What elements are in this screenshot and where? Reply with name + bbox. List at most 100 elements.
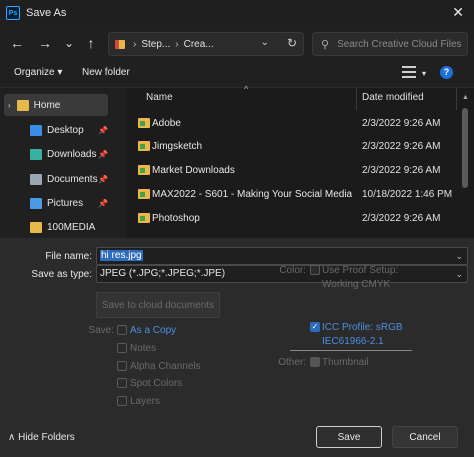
file-row[interactable]: Adobe 2/3/2022 9:26 AM — [126, 112, 474, 134]
pin-icon: 📌 — [98, 174, 108, 184]
sidebar-item-label: Pictures — [47, 197, 84, 209]
refresh-icon[interactable]: ↻ — [287, 36, 297, 50]
notes-label: Notes — [130, 343, 157, 354]
folder-icon — [138, 165, 150, 175]
file-name: Adobe — [152, 117, 181, 129]
chevron-down-icon[interactable]: ⌄ — [455, 248, 463, 264]
color-label: Color: — [279, 265, 306, 276]
file-name-field[interactable]: hi res.jpg ⌄ — [96, 247, 468, 265]
sidebar-item-label: Documents — [47, 173, 98, 185]
folder-icon — [138, 141, 150, 151]
file-name-label: File name: — [45, 251, 92, 262]
column-divider[interactable] — [356, 88, 357, 110]
chevron-right-icon[interactable]: › — [8, 101, 11, 110]
save-button[interactable]: Save — [316, 426, 382, 448]
file-row[interactable]: Jimgsketch 2/3/2022 9:26 AM — [126, 135, 474, 157]
use-proof-setup-checkbox[interactable] — [310, 265, 320, 275]
spot-colors-checkbox[interactable] — [117, 378, 127, 388]
recent-locations-chevron-icon[interactable]: ⌄ — [58, 32, 80, 54]
file-row[interactable]: Photoshop 2/3/2022 9:26 AM — [126, 207, 474, 229]
icc-profile-value: IEC61966-2.1 — [322, 336, 384, 347]
folder-icon — [138, 213, 150, 223]
back-arrow-icon[interactable]: ← — [6, 32, 28, 54]
sidebar-item-documents[interactable]: Documents 📌 — [0, 168, 110, 190]
view-options-icon[interactable] — [402, 66, 416, 78]
new-folder-button[interactable]: New folder — [82, 67, 130, 78]
other-label: Other: — [278, 357, 306, 368]
file-date: 2/3/2022 9:26 AM — [362, 140, 441, 152]
photoshop-icon: Ps — [6, 6, 20, 20]
close-icon[interactable]: ✕ — [452, 4, 464, 21]
title-bar: Ps Save As ✕ — [0, 0, 474, 26]
address-bar[interactable]: › Step... › Crea... ⌄ ↻ — [108, 32, 304, 56]
pin-icon: 📌 — [98, 125, 108, 135]
sidebar-item-label: 100MEDIA — [47, 221, 96, 233]
sidebar-item-desktop[interactable]: Desktop 📌 — [0, 119, 110, 141]
navigation-pane: › Home Desktop 📌 Downloads 📌 Documents 📌… — [0, 88, 122, 238]
navigation-bar: ← → ⌄ ↑ › Step... › Crea... ⌄ ↻ ⚲ Search… — [0, 26, 474, 60]
spot-colors-label: Spot Colors — [130, 378, 183, 389]
hide-folders-toggle[interactable]: ∧ Hide Folders — [8, 432, 75, 443]
alpha-channels-checkbox[interactable] — [117, 361, 127, 371]
search-box[interactable]: ⚲ Search Creative Cloud Files — [312, 32, 468, 56]
layers-label: Layers — [130, 396, 161, 407]
sidebar-item-label: Desktop — [47, 124, 84, 136]
search-input[interactable]: Search Creative Cloud Files — [337, 39, 462, 50]
sidebar-item-100media[interactable]: 100MEDIA — [0, 216, 110, 238]
forward-arrow-icon[interactable]: → — [34, 32, 56, 54]
chevron-up-icon: ∧ — [8, 432, 19, 443]
pin-icon: 📌 — [98, 198, 108, 208]
hide-folders-label: Hide Folders — [18, 432, 75, 443]
file-name: Jimgsketch — [152, 140, 203, 152]
home-icon — [16, 99, 29, 111]
file-name: Market Downloads — [152, 164, 235, 176]
breadcrumb-item[interactable]: Crea... — [184, 39, 214, 50]
save-as-type-value: JPEG (*.JPG;*.JPEG;*.JPE) — [100, 268, 226, 279]
documents-icon — [30, 173, 42, 185]
scroll-up-icon[interactable]: ▲ — [462, 94, 469, 101]
file-row[interactable]: MAX2022 - S601 - Making Your Social Medi… — [126, 183, 474, 205]
use-proof-setup-label: Use Proof Setup: — [322, 265, 399, 276]
notes-checkbox[interactable] — [117, 343, 127, 353]
save-to-cloud-button[interactable]: Save to cloud documents — [96, 292, 220, 318]
as-a-copy-label: As a Copy — [130, 325, 177, 336]
file-row[interactable]: Market Downloads 2/3/2022 9:26 AM — [126, 159, 474, 181]
layers-checkbox[interactable] — [117, 396, 127, 406]
pin-icon: 📌 — [98, 149, 108, 159]
folder-icon — [115, 39, 125, 49]
breadcrumb-item[interactable]: Step... — [141, 39, 170, 50]
sort-arrow-icon: ^ — [244, 84, 249, 94]
cancel-button[interactable]: Cancel — [392, 426, 458, 448]
sidebar-item-home[interactable]: › Home — [4, 94, 108, 116]
as-a-copy-checkbox[interactable] — [117, 325, 127, 335]
up-arrow-icon[interactable]: ↑ — [80, 32, 102, 54]
thumbnail-checkbox[interactable] — [310, 357, 320, 367]
file-date: 10/18/2022 1:46 PM — [362, 188, 453, 200]
column-divider[interactable] — [456, 88, 457, 110]
chevron-down-icon[interactable]: ⌄ — [455, 266, 463, 282]
file-name: MAX2022 - S601 - Making Your Social Medi… — [152, 188, 352, 200]
scrollbar-thumb[interactable] — [462, 108, 468, 188]
icc-profile-label: ICC Profile: sRGB — [322, 322, 403, 333]
column-header-name[interactable]: Name — [146, 92, 173, 103]
save-options-panel: File name: hi res.jpg ⌄ Save as type: JP… — [0, 238, 474, 457]
sidebar-item-pictures[interactable]: Pictures 📌 — [0, 192, 110, 214]
sidebar-item-downloads[interactable]: Downloads 📌 — [0, 143, 110, 165]
alpha-channels-label: Alpha Channels — [130, 361, 201, 372]
icc-profile-checkbox[interactable]: ✓ — [310, 322, 320, 332]
help-icon[interactable]: ? — [440, 66, 453, 79]
breadcrumb-separator: › — [175, 38, 179, 50]
sidebar-item-label: Downloads — [47, 148, 97, 160]
breadcrumb-separator: › — [133, 38, 137, 50]
organize-menu-button[interactable]: Organize ▾ — [14, 67, 62, 78]
file-date: 2/3/2022 9:26 AM — [362, 164, 441, 176]
chevron-down-icon[interactable]: ▾ — [422, 69, 426, 78]
file-date: 2/3/2022 9:26 AM — [362, 212, 441, 224]
chevron-down-icon[interactable]: ⌄ — [261, 37, 269, 48]
column-header-date[interactable]: Date modified — [362, 92, 424, 103]
folder-icon — [138, 189, 150, 199]
desktop-icon — [30, 124, 42, 136]
file-list: ^ Name Date modified Adobe 2/3/2022 9:26… — [126, 84, 474, 238]
thumbnail-label: Thumbnail — [322, 357, 369, 368]
file-name-value[interactable]: hi res.jpg — [100, 250, 143, 261]
